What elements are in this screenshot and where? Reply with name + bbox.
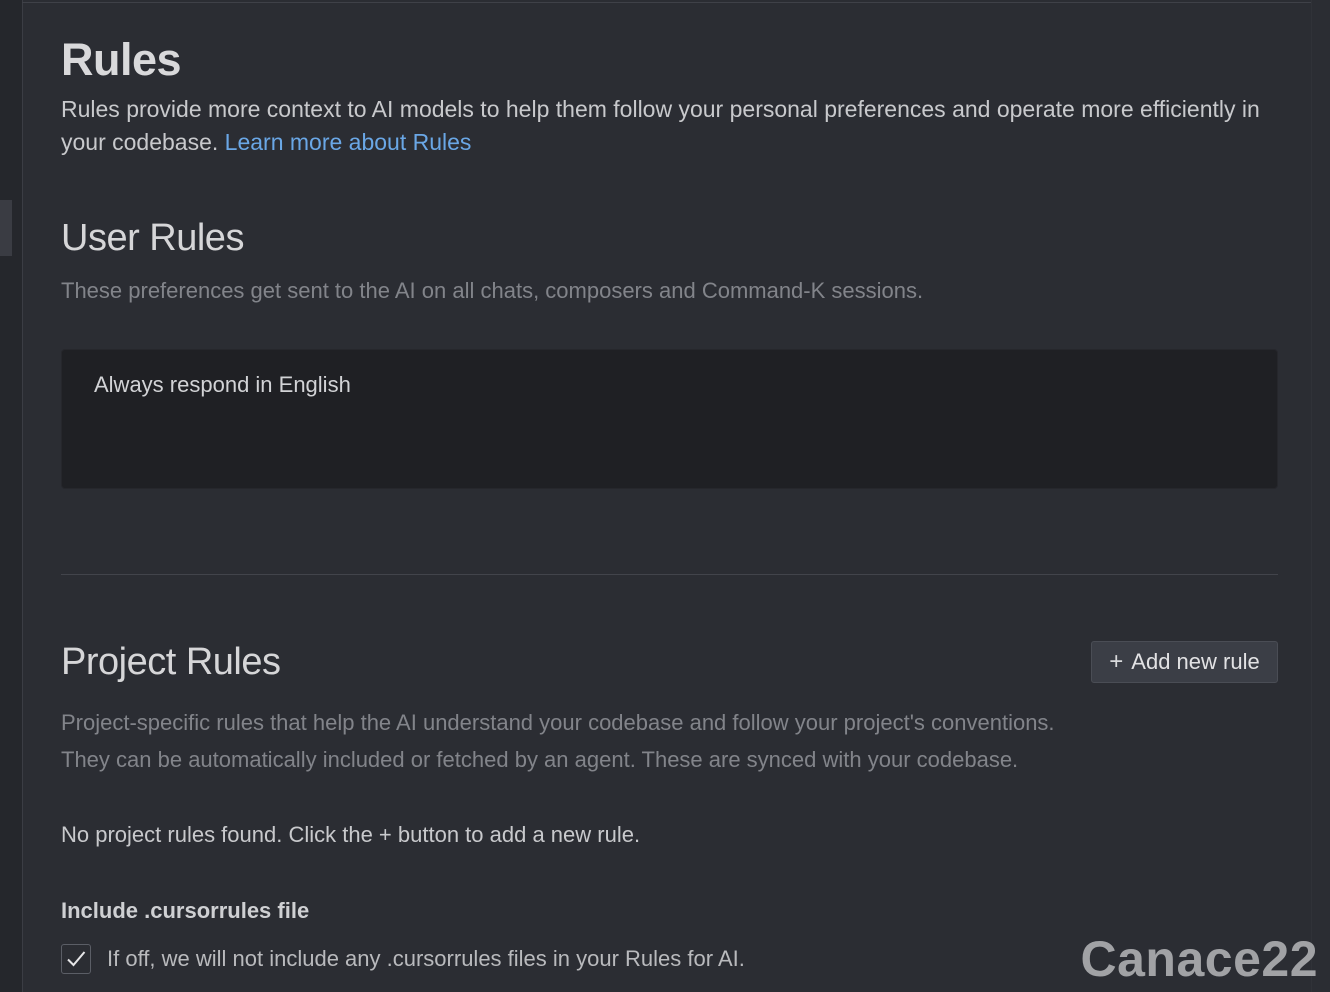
include-cursorrules-checkbox[interactable] [61,944,91,974]
settings-page: Rules Rules provide more context to AI m… [0,0,1330,992]
plus-icon: + [1109,648,1124,675]
include-cursorrules-title: Include .cursorrules file [61,898,310,923]
watermark: Canace22 [1080,931,1318,987]
project-rules-title: Project Rules [61,641,281,683]
user-rules-text: Always respond in English [94,372,351,397]
user-rules-title: User Rules [61,217,244,259]
include-cursorrules-option: If off, we will not include any .cursorr… [61,944,745,974]
include-cursorrules-label: If off, we will not include any .cursorr… [107,946,745,971]
right-divider [1311,0,1312,992]
project-rules-description-line2: They can be automatically included or fe… [61,747,1019,772]
section-divider [61,574,1278,575]
user-rules-description: These preferences get sent to the AI on … [61,278,924,303]
add-new-rule-label: Add new rule [1131,649,1260,674]
user-rules-textarea[interactable]: Always respond in English [61,349,1278,489]
left-sidebar-edge [0,0,23,992]
page-description: Rules provide more context to AI models … [61,93,1278,159]
project-rules-description-line1: Project-specific rules that help the AI … [61,710,1055,735]
no-project-rules-message: No project rules found. Click the + butt… [61,822,641,847]
checkmark-icon [67,951,86,967]
top-divider [22,2,1312,3]
learn-more-link[interactable]: Learn more about Rules [225,129,472,155]
page-title: Rules [61,34,182,85]
sidebar-scrollbar-thumb[interactable] [0,200,12,256]
add-new-rule-button[interactable]: + Add new rule [1091,641,1278,683]
